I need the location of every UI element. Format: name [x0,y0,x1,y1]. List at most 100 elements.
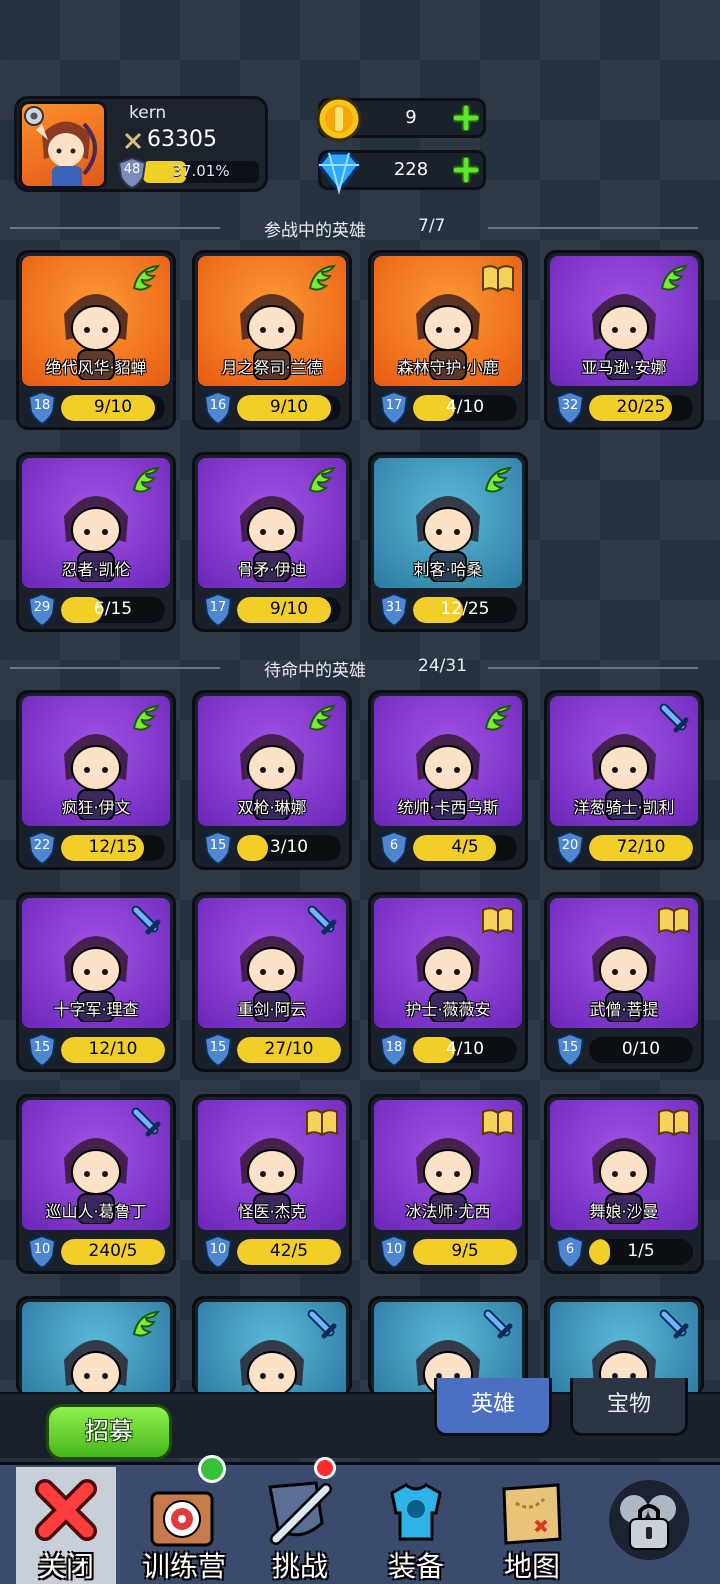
hero-shard-count: 0/10 [621,1039,661,1059]
tab-heroes[interactable]: 英雄 [434,1378,552,1436]
hero-shard-count: 6/15 [93,599,133,619]
nav-close[interactable]: 关闭 [16,1467,116,1584]
hero-portrait-frame: 武僧·菩提 [550,898,698,1028]
nav-map[interactable]: 地图 [476,1465,588,1584]
hero-level: 10 [385,1242,403,1257]
hero-name: 忍者·凯伦 [61,560,131,579]
nav-challenge-label: 挑战 [271,1550,328,1583]
hero-portrait-frame: 统帅·卡西乌斯 [374,696,522,826]
hero-level: 15 [209,838,227,853]
player-level: 48 [123,162,141,177]
hero-card[interactable]: 洋葱骑士·凯利 20 72/10 [544,690,704,870]
recruit-button[interactable]: 招募 [46,1404,172,1460]
hero-card[interactable]: 舞娘·沙曼 6 1/5 [544,1094,704,1274]
hero-shard-bar: 4/5 [413,835,517,861]
sword-icon [307,1309,337,1339]
add-gold-icon[interactable] [453,105,479,131]
hero-portrait-frame: 刺客·哈桑 [374,458,522,588]
hero-card[interactable]: 绝代风华·貂蝉 18 9/10 [16,250,176,430]
gold-coin-icon [316,96,362,142]
diamond-icon [317,151,361,195]
hero-card[interactable]: 统帅·卡西乌斯 6 4/5 [368,690,528,870]
hero-card[interactable]: 重剑·阿云 15 27/10 [192,892,352,1072]
nav-training-label: 训练营 [141,1550,226,1583]
hero-card[interactable]: 刺客·哈桑 31 12/25 [368,452,528,632]
hero-portrait-frame: 洋葱骑士·凯利 [550,696,698,826]
hero-card[interactable]: 月之祭司·兰德 16 9/10 [192,250,352,430]
hero-level-badge: 29 [27,592,57,628]
nav-locked[interactable] [592,1465,704,1584]
gear-icon[interactable] [22,104,46,128]
hero-level: 10 [33,1242,51,1257]
map-scroll-icon [502,1483,562,1545]
hero-portrait-frame: 巡山人·葛鲁丁 [22,1100,170,1230]
hero-name: 刺客·哈桑 [413,560,483,579]
hero-level: 10 [209,1242,227,1257]
player-level-shield: 48 [117,156,147,190]
add-gems-icon[interactable] [453,157,479,183]
divider [10,667,220,669]
bottom-nav: 关闭 训练营 挑战 装备 地图 [0,1455,720,1584]
hero-level-badge: 31 [379,592,409,628]
hero-level: 32 [561,398,579,413]
hero-portrait-frame: 月之祭司·兰德 [198,256,346,386]
nav-equipment[interactable]: 装备 [360,1465,472,1584]
hero-level: 29 [33,600,51,615]
wing-icon [132,466,161,493]
sword-icon [131,905,161,935]
hero-shard-count: 12/15 [88,837,138,857]
hero-shard-bar: 4/10 [413,1037,517,1063]
hero-name: 十字军·理查 [53,1000,139,1019]
hero-portrait-frame: 十字军·理查 [22,898,170,1028]
hero-name: 护士·薇薇安 [405,1000,491,1019]
hero-level-badge: 6 [555,1234,585,1270]
standby-title: 待命中的英雄 [264,661,366,681]
nav-challenge[interactable]: 挑战 [244,1457,356,1584]
hero-portrait-frame: 怪医·杰克 [198,1100,346,1230]
player-avatar[interactable] [19,101,107,189]
hero-level: 6 [389,838,399,853]
hero-card[interactable]: 双枪·琳娜 15 3/10 [192,690,352,870]
hero-card[interactable]: 骨矛·伊迪 17 9/10 [192,452,352,632]
tab-treasures[interactable]: 宝物 [570,1378,688,1436]
power-value: 63305 [147,127,217,152]
hero-level-badge: 18 [379,1032,409,1068]
gem-counter: 228 [317,150,486,195]
wing-icon [132,1310,161,1337]
xp-text: 37.01% [172,162,230,180]
hero-card[interactable]: 十字军·理查 15 12/10 [16,892,176,1072]
hero-card[interactable]: 巡山人·葛鲁丁 10 240/5 [16,1094,176,1274]
sword-icon [131,1107,161,1137]
hero-card[interactable]: 武僧·菩提 15 0/10 [544,892,704,1072]
notification-dot-icon [314,1457,336,1479]
hero-name: 双枪·琳娜 [237,798,307,817]
hero-level-badge: 20 [555,830,585,866]
hero-shard-bar: 240/5 [61,1239,165,1265]
gold-counter: 9 [316,96,486,142]
hero-shard-bar: 20/25 [589,395,693,421]
gold-value: 9 [405,107,417,128]
sword-icon [659,1309,689,1339]
hero-level-badge: 16 [203,390,233,426]
hero-shard-count: 9/10 [93,397,133,417]
hero-level: 15 [33,1040,51,1055]
hero-card[interactable]: 忍者·凯伦 29 6/15 [16,452,176,632]
hero-shard-count: 12/25 [440,599,490,619]
hero-level-badge: 15 [203,830,233,866]
hero-card[interactable]: 护士·薇薇安 18 4/10 [368,892,528,1072]
hero-level-badge: 18 [27,390,57,426]
hero-card[interactable]: 森林守护·小鹿 17 4/10 [368,250,528,430]
lock-icon [609,1480,689,1560]
player-panel[interactable]: kern 63305 37.01% 48 [14,96,268,192]
hero-card[interactable]: 冰法师·尤西 10 9/5 [368,1094,528,1274]
hero-card[interactable]: 怪医·杰克 10 42/5 [192,1094,352,1274]
sword-icon [659,703,689,733]
hero-card[interactable] [192,1296,352,1399]
hero-shard-bar: 27/10 [237,1037,341,1063]
hero-card[interactable]: 疯狂·伊文 22 12/15 [16,690,176,870]
nav-training[interactable]: 训练营 [128,1455,240,1584]
hero-portrait-frame: 冰法师·尤西 [374,1100,522,1230]
hero-card[interactable]: 亚马逊·安娜 32 20/25 [544,250,704,430]
hero-card[interactable] [16,1296,176,1399]
hero-name: 洋葱骑士·凯利 [573,798,675,817]
